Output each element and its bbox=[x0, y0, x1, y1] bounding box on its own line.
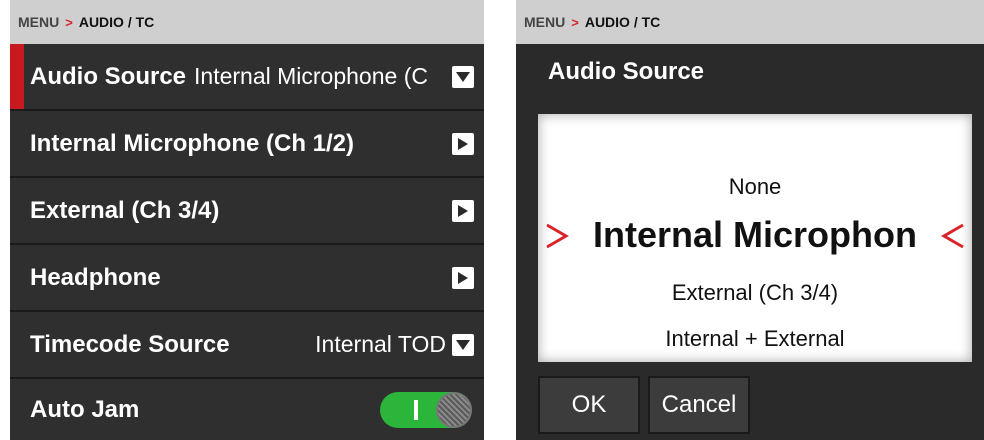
picker-option[interactable]: External (Ch 3/4) bbox=[538, 280, 972, 306]
toggle-knob[interactable] bbox=[436, 391, 472, 428]
menu-row-external[interactable]: External (Ch 3/4) bbox=[10, 178, 484, 245]
row-label: Timecode Source bbox=[30, 330, 230, 358]
audio-source-dialog-panel: MENU > AUDIO / TC Audio Source None Inte… bbox=[516, 0, 984, 440]
picker-option[interactable]: None bbox=[538, 174, 972, 200]
selection-indicator bbox=[10, 44, 24, 109]
menu-row-auto-jam[interactable]: Auto Jam bbox=[10, 379, 484, 440]
menu-row-internal-microphone[interactable]: Internal Microphone (Ch 1/2) bbox=[10, 111, 484, 178]
arrow-right-icon[interactable] bbox=[452, 199, 474, 222]
row-label: External (Ch 3/4) bbox=[30, 196, 220, 224]
dialog-title: Audio Source bbox=[548, 58, 705, 85]
breadcrumb-section: AUDIO / TC bbox=[78, 14, 155, 30]
dropdown-icon[interactable] bbox=[452, 65, 474, 88]
dropdown-icon[interactable] bbox=[452, 333, 474, 356]
row-label: Auto Jam bbox=[30, 395, 140, 423]
menu-row-headphone[interactable]: Headphone bbox=[10, 245, 484, 312]
audio-source-picker[interactable]: None Internal Microphon External (Ch 3/4… bbox=[538, 114, 972, 362]
ok-button[interactable]: OK bbox=[538, 376, 640, 434]
selection-left-chevron-icon bbox=[546, 223, 569, 249]
breadcrumb-section: AUDIO / TC bbox=[584, 14, 661, 30]
picker-option[interactable]: Internal + External bbox=[538, 326, 972, 352]
row-label: Internal Microphone (Ch 1/2) bbox=[30, 129, 355, 157]
breadcrumb: MENU > AUDIO / TC bbox=[10, 0, 484, 44]
auto-jam-toggle[interactable] bbox=[380, 391, 472, 428]
row-value: Internal Microphone (C bbox=[194, 63, 428, 89]
cancel-button[interactable]: Cancel bbox=[648, 376, 750, 434]
audio-tc-menu-panel: MENU > AUDIO / TC Audio Source Internal … bbox=[10, 0, 484, 440]
arrow-right-icon[interactable] bbox=[452, 266, 474, 289]
menu-row-timecode-source[interactable]: Timecode Source Internal TOD bbox=[10, 312, 484, 379]
row-label: Audio Source bbox=[30, 62, 187, 90]
breadcrumb-arrow-icon: > bbox=[65, 14, 73, 30]
toggle-on-indicator bbox=[414, 399, 418, 420]
breadcrumb: MENU > AUDIO / TC bbox=[516, 0, 984, 44]
breadcrumb-menu[interactable]: MENU bbox=[18, 14, 59, 30]
menu-row-audio-source[interactable]: Audio Source Internal Microphone (C bbox=[10, 44, 484, 111]
row-label: Headphone bbox=[30, 263, 161, 291]
row-value: Internal TOD bbox=[315, 331, 446, 357]
breadcrumb-menu[interactable]: MENU bbox=[524, 14, 565, 30]
breadcrumb-arrow-icon: > bbox=[571, 14, 579, 30]
selection-right-chevron-icon bbox=[941, 223, 964, 249]
arrow-right-icon[interactable] bbox=[452, 132, 474, 155]
picker-option-selected[interactable]: Internal Microphon bbox=[538, 214, 972, 256]
